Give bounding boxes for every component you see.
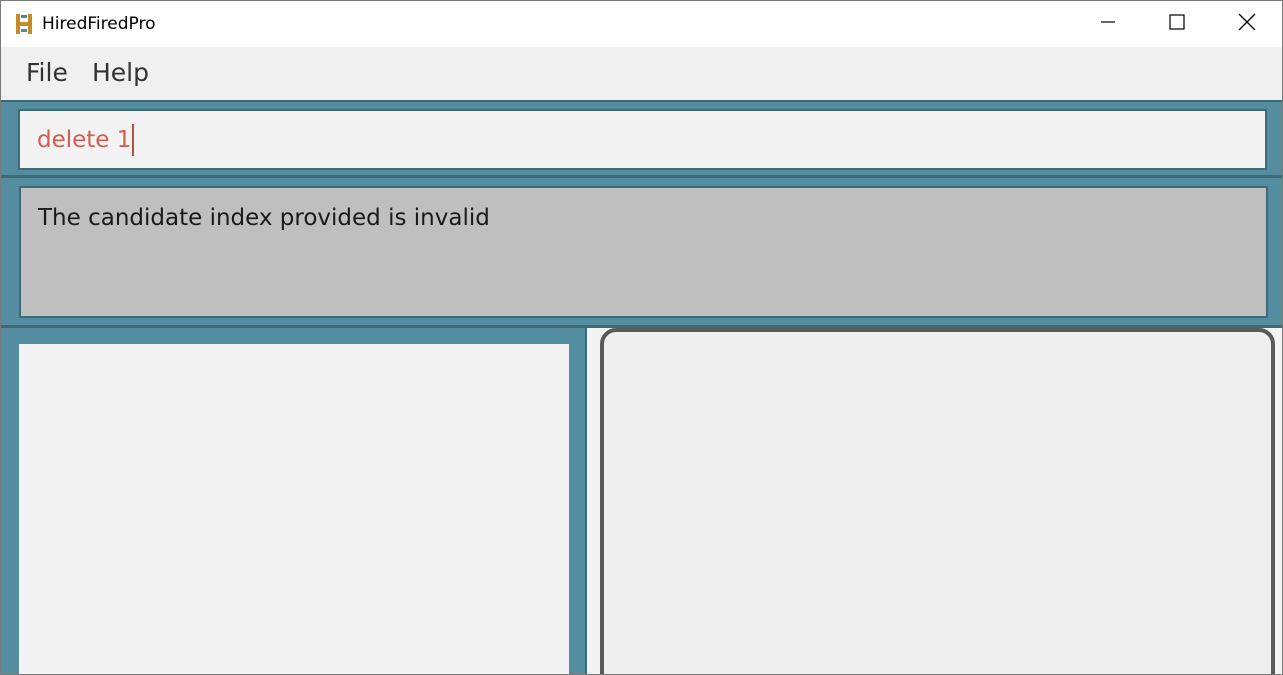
maximize-icon	[1169, 14, 1185, 34]
result-message: The candidate index provided is invalid	[38, 205, 490, 231]
close-icon	[1238, 13, 1256, 35]
menu-bar: File Help	[1, 47, 1282, 100]
command-input-text: delete 1	[37, 126, 132, 153]
result-display: The candidate index provided is invalid	[19, 186, 1268, 318]
command-input[interactable]: delete 1	[18, 109, 1267, 170]
result-display-container: The candidate index provided is invalid	[1, 178, 1282, 325]
window-title: HiredFiredPro	[42, 14, 156, 34]
title-bar[interactable]: HiredFiredPro	[1, 1, 1282, 47]
menu-help[interactable]: Help	[92, 57, 149, 89]
candidate-list-panel	[1, 328, 585, 674]
minimize-icon	[1100, 14, 1116, 34]
hiredfiredpro-logo-icon	[14, 13, 34, 35]
text-caret	[132, 123, 135, 156]
close-button[interactable]	[1213, 1, 1281, 47]
minimize-button[interactable]	[1074, 1, 1142, 47]
app-window: HiredFiredPro File Help delete 1 The can…	[0, 0, 1283, 675]
command-box-container: delete 1	[1, 100, 1282, 175]
maximize-button[interactable]	[1143, 1, 1211, 47]
menu-file[interactable]: File	[26, 57, 68, 89]
candidate-detail-panel	[600, 328, 1275, 674]
candidate-list[interactable]	[19, 344, 569, 674]
